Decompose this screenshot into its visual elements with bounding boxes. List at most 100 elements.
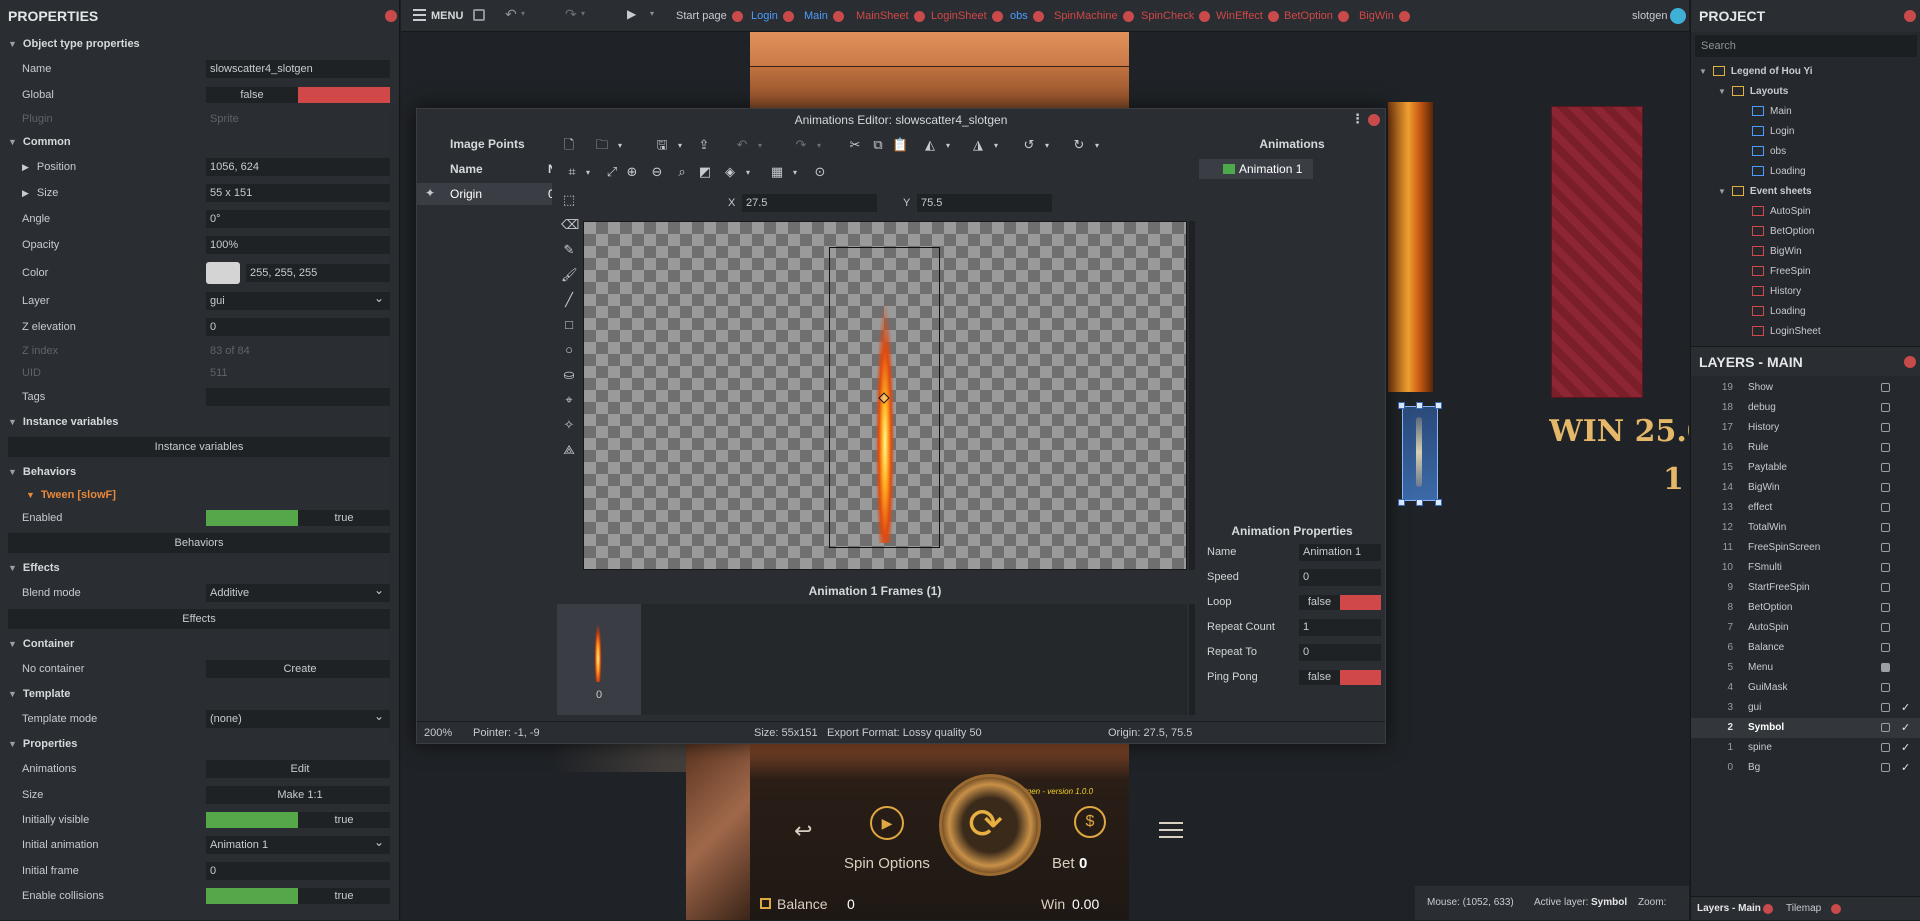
dropdown-icon[interactable]: ▾ <box>811 138 827 154</box>
layer-row[interactable]: 5 Menu <box>1691 658 1920 678</box>
rotate-cw-icon[interactable]: ↻ <box>1071 137 1087 153</box>
section-effects[interactable]: ▼ Effects <box>0 556 399 580</box>
tab-login[interactable]: Login <box>751 0 794 32</box>
rectangle-tool-icon[interactable]: □ <box>561 317 577 333</box>
layer-row[interactable]: 4 GuiMask <box>1691 678 1920 698</box>
canvas-scrollbar-v[interactable] <box>1189 221 1195 570</box>
repeat-count-field[interactable]: 1 <box>1299 619 1381 636</box>
flip-vertical-icon[interactable]: ◮ <box>970 137 986 153</box>
close-dialog-icon[interactable] <box>1368 114 1380 126</box>
size-field[interactable]: 55 x 151 <box>206 184 390 202</box>
layer-row[interactable]: 0 Bg ✓ <box>1691 758 1920 778</box>
image-point-tool-icon[interactable]: ✧ <box>561 417 577 433</box>
cut-icon[interactable]: ✂ <box>847 137 863 153</box>
z-elevation-field[interactable]: 0 <box>206 318 390 336</box>
spin-options-label[interactable]: Spin Options <box>844 855 930 872</box>
user-name[interactable]: slotgen <box>1632 0 1667 32</box>
save-icon[interactable]: 🖫 <box>654 137 670 153</box>
tab-tilemap[interactable]: Tilemap <box>1786 897 1821 921</box>
open-folder-icon[interactable]: 🗀 <box>594 137 610 153</box>
more-options-icon[interactable]: ⋮ <box>1351 111 1364 127</box>
layer-row[interactable]: 1 spine ✓ <box>1691 738 1920 758</box>
close-panel-icon[interactable] <box>1904 10 1916 22</box>
layer-row[interactable]: 6 Balance <box>1691 638 1920 658</box>
layer-row[interactable]: 14 BigWin <box>1691 478 1920 498</box>
spin-button[interactable]: ⟳ <box>939 774 1041 876</box>
event-sheet-item[interactable]: History <box>1752 282 1801 302</box>
repeat-to-field[interactable]: 0 <box>1299 644 1381 661</box>
project-root[interactable]: ▼ Legend of Hou Yi <box>1699 62 1813 82</box>
layer-row[interactable]: 9 StartFreeSpin <box>1691 578 1920 598</box>
dropdown-icon[interactable]: ▾ <box>988 138 1004 154</box>
layer-row[interactable]: 15 Paytable <box>1691 458 1920 478</box>
coin-icon[interactable]: $ <box>1074 806 1106 838</box>
grid-icon[interactable]: ▦ <box>769 164 785 180</box>
dropdown-icon[interactable]: ▾ <box>1039 138 1055 154</box>
tab-wineffect[interactable]: WinEffect <box>1216 0 1279 32</box>
event-sheet-item[interactable]: Loading <box>1752 302 1806 322</box>
pencil-tool-icon[interactable]: ✎ <box>561 242 577 258</box>
dropdown-icon[interactable]: ▾ <box>740 165 756 181</box>
layout-item[interactable]: Loading <box>1752 162 1806 182</box>
layer-row[interactable]: 7 AutoSpin <box>1691 618 1920 638</box>
event-sheet-item[interactable]: BetOption <box>1752 222 1814 242</box>
user-avatar[interactable] <box>1670 8 1686 24</box>
layout-item[interactable]: obs <box>1752 142 1786 162</box>
autoplay-icon[interactable]: ▶ <box>870 806 904 840</box>
redo-dropdown-icon[interactable]: ▾ <box>581 9 585 18</box>
tab-loginsheet[interactable]: LoginSheet <box>931 0 1003 32</box>
section-object-type[interactable]: ▼ Object type properties <box>0 32 399 56</box>
initial-frame-field[interactable]: 0 <box>206 862 390 880</box>
behaviors-button[interactable]: Behaviors <box>8 533 390 553</box>
frame-thumbnail[interactable]: 0 <box>557 604 641 715</box>
expand-icon[interactable]: ▶ <box>22 188 29 198</box>
event-sheet-item[interactable]: FreeSpin <box>1752 262 1811 282</box>
collision-polygon-icon[interactable]: ⟁ <box>561 442 577 458</box>
layer-row[interactable]: 10 FSmulti <box>1691 558 1920 578</box>
tags-field[interactable] <box>206 388 390 406</box>
event-sheet-item[interactable]: LoginSheet <box>1752 322 1821 342</box>
zoom-out-icon[interactable]: ⊖ <box>649 164 665 180</box>
section-instance-variables[interactable]: ▼ Instance variables <box>0 410 399 434</box>
event-sheets-folder[interactable]: ▼ Event sheets <box>1718 182 1812 202</box>
rotate-ccw-icon[interactable]: ↺ <box>1021 137 1037 153</box>
tween-enabled-toggle[interactable]: true <box>206 510 390 526</box>
flip-horizontal-icon[interactable]: ◭ <box>922 137 938 153</box>
hamburger-icon[interactable] <box>1159 822 1183 838</box>
behavior-tween[interactable]: ▼ Tween [slowF] <box>0 484 399 506</box>
zoom-in-icon[interactable]: ⊕ <box>624 164 640 180</box>
dropdown-icon[interactable]: ▾ <box>672 138 688 154</box>
position-field[interactable]: 1056, 624 <box>206 158 390 176</box>
menu-button[interactable]: MENU <box>431 0 463 32</box>
layout-item[interactable]: Main <box>1752 102 1792 122</box>
dropdown-icon[interactable]: ▾ <box>612 138 628 154</box>
resize-handle[interactable] <box>1435 402 1442 409</box>
opacity-field[interactable]: 100% <box>206 236 390 254</box>
close-panel-icon[interactable] <box>385 10 397 22</box>
tab-spincheck[interactable]: SpinCheck <box>1141 0 1211 32</box>
play-dropdown-icon[interactable]: ▾ <box>650 9 654 18</box>
dropdown-icon[interactable]: ▾ <box>580 165 596 181</box>
new-file-icon[interactable]: 🗋 <box>561 137 577 153</box>
resize-handle[interactable] <box>1398 499 1405 506</box>
eraser-tool-icon[interactable]: ⌫ <box>561 217 579 233</box>
selected-sprite[interactable] <box>1402 406 1438 501</box>
event-sheet-item[interactable]: AutoSpin <box>1752 202 1811 222</box>
play-preview-icon[interactable]: ⊙ <box>812 164 828 180</box>
undo-icon[interactable]: ↶ <box>734 137 750 153</box>
redo-icon[interactable]: ↷ <box>793 137 809 153</box>
resize-handle[interactable] <box>1435 499 1442 506</box>
dropdown-icon[interactable]: ▾ <box>940 138 956 154</box>
angle-field[interactable]: 0° <box>206 210 390 228</box>
export-icon[interactable]: ⇪ <box>696 137 712 153</box>
layer-row[interactable]: 3 gui ✓ <box>1691 698 1920 718</box>
fill-tool-icon[interactable]: ⛀ <box>561 367 577 383</box>
frames-scrollbar[interactable] <box>1189 604 1195 715</box>
initial-animation-select[interactable]: Animation 1 <box>206 833 390 854</box>
dialog-titlebar[interactable]: Animations Editor: slowscatter4_slotgen <box>417 109 1385 131</box>
select-tool-icon[interactable]: ⬚ <box>561 192 577 208</box>
save-icon[interactable] <box>473 9 485 21</box>
line-tool-icon[interactable]: ╱ <box>561 292 577 308</box>
resize-handle[interactable] <box>1416 402 1423 409</box>
edit-animations-button[interactable]: Edit <box>206 760 390 778</box>
